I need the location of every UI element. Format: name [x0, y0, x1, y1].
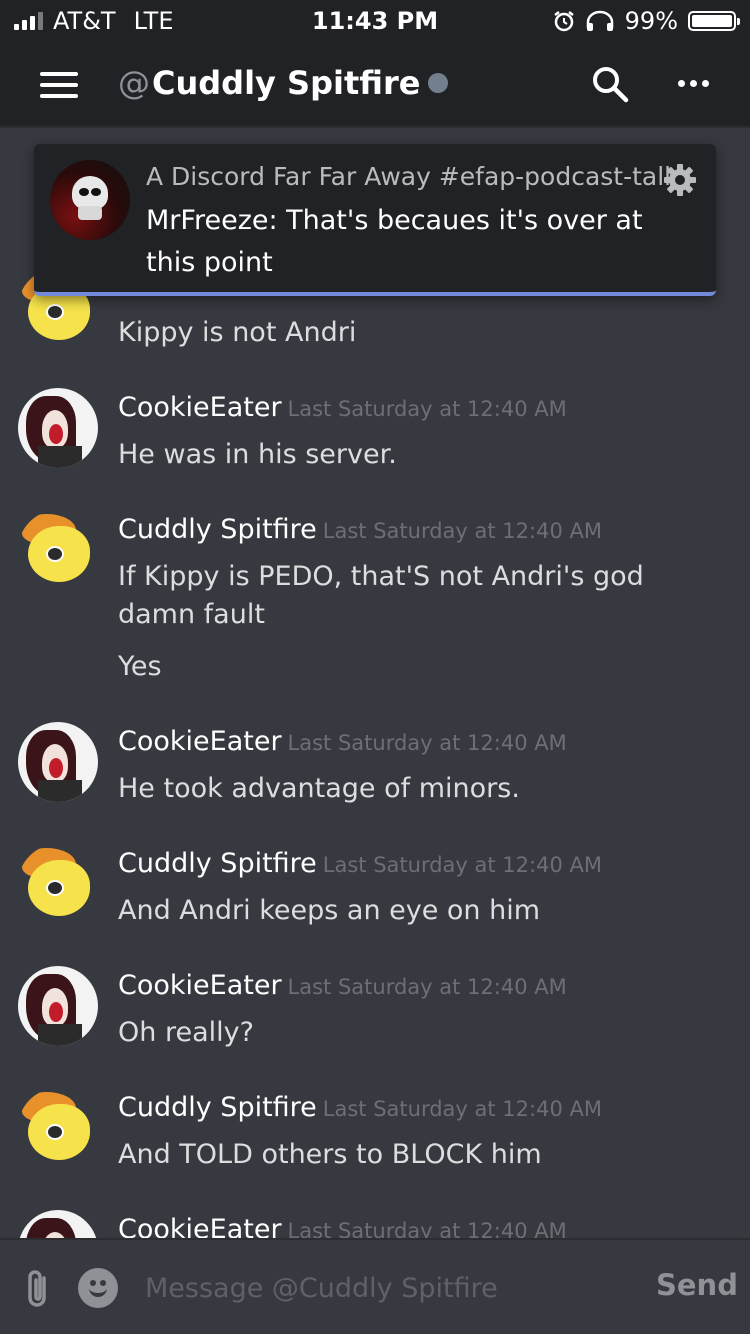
message-timestamp: Last Saturday at 12:40 AM	[322, 519, 602, 543]
message-timestamp: Last Saturday at 12:40 AM	[287, 1219, 567, 1238]
gear-icon[interactable]	[662, 162, 698, 198]
message-timestamp: Last Saturday at 12:40 AM	[287, 397, 567, 421]
channel-header: @ Cuddly Spitfire	[0, 42, 750, 128]
emoji-icon[interactable]	[78, 1268, 118, 1308]
cookie-avatar[interactable]	[18, 1210, 98, 1238]
message-text: Yes	[118, 651, 162, 682]
notification-body: MrFreeze: That's becaues it's over at th…	[146, 205, 643, 278]
pony-avatar[interactable]	[18, 1088, 98, 1168]
menu-icon[interactable]	[40, 72, 78, 98]
alarm-icon	[553, 11, 574, 32]
attachment-icon[interactable]	[24, 1268, 52, 1310]
battery-icon	[688, 11, 740, 31]
notification-title: A Discord Far Far Away #efap-podcast-tal…	[146, 162, 679, 191]
pony-avatar[interactable]	[18, 844, 98, 924]
author-name: Cuddly Spitfire	[118, 848, 317, 879]
search-icon[interactable]	[590, 64, 630, 104]
battery-percent: 99%	[624, 7, 678, 35]
message-text: And Andri keeps an eye on him	[118, 895, 541, 926]
message-text: He was in his server.	[118, 439, 397, 470]
dm-title[interactable]: @ Cuddly Spitfire	[118, 64, 449, 102]
cookie-avatar[interactable]	[18, 722, 98, 802]
more-icon[interactable]	[678, 80, 709, 87]
message-text: Kippy is not Andri	[118, 317, 357, 348]
message-timestamp: Last Saturday at 12:40 AM	[287, 975, 567, 999]
message-author[interactable]: CookieEater Last Saturday at 12:40 AM	[118, 392, 567, 423]
status-dot	[428, 73, 449, 93]
headphones-icon	[586, 10, 613, 31]
message-author[interactable]: Cuddly Spitfire Last Saturday at 12:40 AM	[118, 514, 602, 545]
message-composer: Send	[0, 1238, 750, 1334]
message-author[interactable]: Cuddly Spitfire Last Saturday at 12:40 AM	[118, 848, 602, 879]
message-author[interactable]: CookieEater Last Saturday at 12:40 AM	[118, 970, 567, 1001]
message-text: And TOLD others to BLOCK him	[118, 1139, 542, 1170]
send-button[interactable]: Send	[656, 1268, 738, 1302]
cookie-avatar[interactable]	[18, 388, 98, 468]
status-right: 99%	[553, 7, 740, 35]
author-name: Cuddly Spitfire	[118, 1092, 317, 1123]
author-name: CookieEater	[118, 392, 282, 423]
message-input[interactable]	[145, 1266, 625, 1310]
message-author[interactable]: CookieEater Last Saturday at 12:40 AM	[118, 1214, 567, 1238]
message-author[interactable]: Cuddly Spitfire Last Saturday at 12:40 AM	[118, 1092, 602, 1123]
at-symbol: @	[118, 64, 150, 102]
pony-avatar[interactable]	[18, 510, 98, 590]
server-avatar	[50, 160, 130, 240]
message-text: Oh really?	[118, 1017, 254, 1048]
message-timestamp: Last Saturday at 12:40 AM	[322, 853, 602, 877]
status-bar: AT&T LTE 11:43 PM 99%	[0, 0, 750, 42]
message-author[interactable]: CookieEater Last Saturday at 12:40 AM	[118, 726, 567, 757]
battery-fill	[692, 15, 732, 27]
dm-username: Cuddly Spitfire	[152, 64, 421, 102]
cookie-avatar[interactable]	[18, 966, 98, 1046]
author-name: CookieEater	[118, 970, 282, 1001]
message-text: If Kippy is PEDO, that'S not Andri's god…	[118, 561, 644, 630]
author-name: CookieEater	[118, 726, 282, 757]
message-text: He took advantage of minors.	[118, 773, 520, 804]
message-timestamp: Last Saturday at 12:40 AM	[322, 1097, 602, 1121]
author-name: Cuddly Spitfire	[118, 514, 317, 545]
notification-banner[interactable]: A Discord Far Far Away #efap-podcast-tal…	[34, 144, 716, 296]
author-name: CookieEater	[118, 1214, 282, 1238]
message-timestamp: Last Saturday at 12:40 AM	[287, 731, 567, 755]
